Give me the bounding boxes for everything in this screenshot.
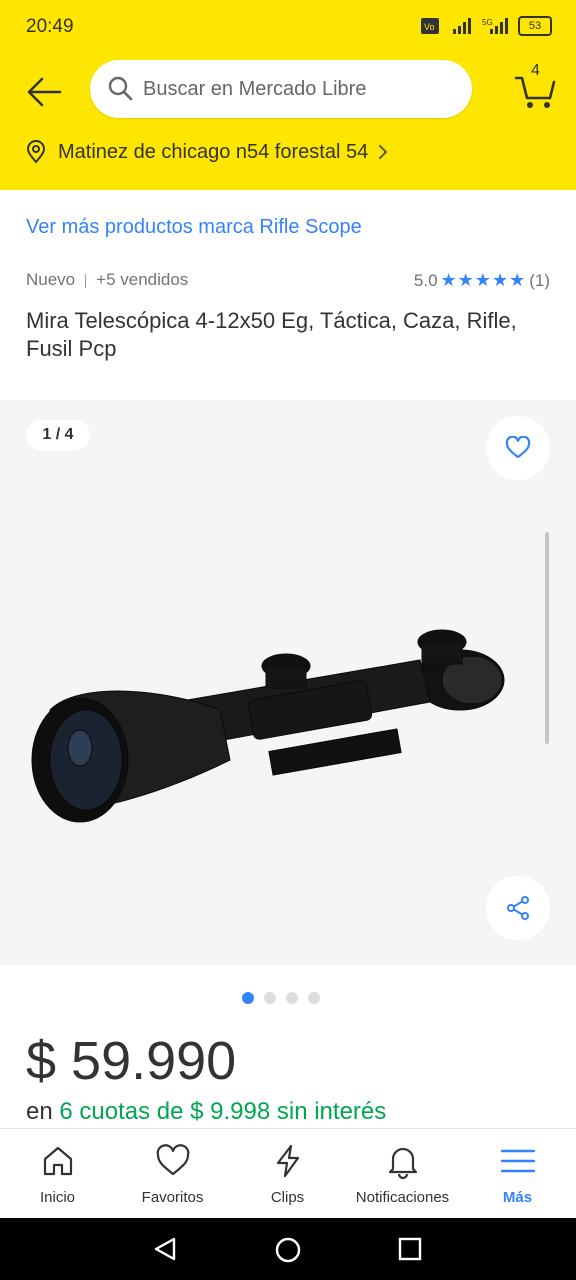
bottom-tab-bar: Inicio Favoritos Clips Notificaciones Má… xyxy=(0,1128,576,1219)
status-icons: Vo 5G 53 xyxy=(420,16,552,36)
share-icon xyxy=(507,896,529,920)
page-dot[interactable] xyxy=(286,992,298,1004)
tab-label: Favoritos xyxy=(141,1189,204,1206)
tab-clips[interactable]: Clips xyxy=(230,1129,345,1219)
location-pin-icon xyxy=(26,140,46,164)
search-icon xyxy=(108,76,133,101)
tab-notificaciones[interactable]: Notificaciones xyxy=(345,1129,460,1219)
menu-icon xyxy=(500,1149,535,1173)
product-image xyxy=(31,629,505,823)
price: $ 59.990 xyxy=(26,1031,237,1091)
svg-text:5G: 5G xyxy=(482,18,493,27)
signal-icon xyxy=(453,18,471,34)
back-nav-icon[interactable] xyxy=(152,1236,178,1262)
tab-label: Más xyxy=(502,1189,533,1206)
recents-nav-icon[interactable] xyxy=(398,1237,422,1261)
search-placeholder: Buscar en Mercado Libre xyxy=(143,78,367,100)
header: Buscar en Mercado Libre 4 Matinez de chi… xyxy=(0,56,576,190)
signal-5g-icon: 5G xyxy=(482,18,508,34)
page-dot[interactable] xyxy=(308,992,320,1004)
status-time: 20:49 xyxy=(26,16,74,37)
tab-inicio[interactable]: Inicio xyxy=(0,1129,115,1219)
chevron-right-icon xyxy=(379,145,388,159)
image-counter: 1 / 4 xyxy=(26,420,90,450)
heart-icon xyxy=(505,436,531,459)
gallery-pagination[interactable] xyxy=(242,992,320,1004)
rating-stars-icon: ★★★★★ xyxy=(440,270,527,290)
product-title: Mira Telescópica 4-12x50 Eg, Táctica, Ca… xyxy=(26,308,517,361)
tab-favoritos[interactable]: Favoritos xyxy=(115,1129,230,1219)
tab-label: Notificaciones xyxy=(355,1189,450,1206)
favorite-button[interactable] xyxy=(486,416,550,480)
condition-label: Nuevo xyxy=(26,270,76,289)
address-bar[interactable]: Matinez de chicago n54 forestal 54 xyxy=(26,140,400,164)
heart-icon xyxy=(156,1144,189,1176)
bell-icon xyxy=(388,1147,417,1179)
tab-mas[interactable]: Más xyxy=(460,1129,575,1219)
share-button[interactable] xyxy=(486,876,550,940)
volte-icon: Vo xyxy=(421,18,439,34)
search-input[interactable]: Buscar en Mercado Libre xyxy=(90,60,472,118)
svg-text:Vo: Vo xyxy=(424,22,435,32)
battery-level: 53 xyxy=(528,20,542,32)
battery-icon: 53 xyxy=(518,16,552,36)
home-icon xyxy=(43,1146,72,1176)
installments-text: 6 cuotas de $ 9.998 sin interés xyxy=(59,1098,387,1125)
cart-count: 4 xyxy=(531,62,540,79)
back-arrow-icon[interactable] xyxy=(24,72,64,112)
rating[interactable]: 5.0 ★★★★★ (1) xyxy=(414,270,550,291)
review-count: (1) xyxy=(529,270,550,290)
product-meta: Nuevo +5 vendidos xyxy=(26,270,188,290)
tab-label: Clips xyxy=(270,1189,305,1206)
status-bar: 20:49 Vo 5G 53 xyxy=(0,0,576,56)
installments: en 6 cuotas de $ 9.998 sin interés xyxy=(26,1098,386,1126)
system-nav-bar xyxy=(0,1218,576,1280)
tab-label: Inicio xyxy=(39,1189,76,1206)
home-nav-icon[interactable] xyxy=(274,1236,302,1264)
page-dot[interactable] xyxy=(242,992,254,1004)
sold-count: +5 vendidos xyxy=(96,270,189,289)
address-text: Matinez de chicago n54 forestal 54 xyxy=(58,140,369,163)
gallery-scroll-indicator xyxy=(545,532,549,744)
divider xyxy=(85,273,87,288)
rating-value: 5.0 xyxy=(413,270,438,290)
brand-products-link[interactable]: Ver más productos marca Rifle Scope xyxy=(26,216,362,239)
page-dot[interactable] xyxy=(264,992,276,1004)
lightning-icon xyxy=(276,1144,299,1178)
installments-prefix: en xyxy=(26,1098,53,1125)
